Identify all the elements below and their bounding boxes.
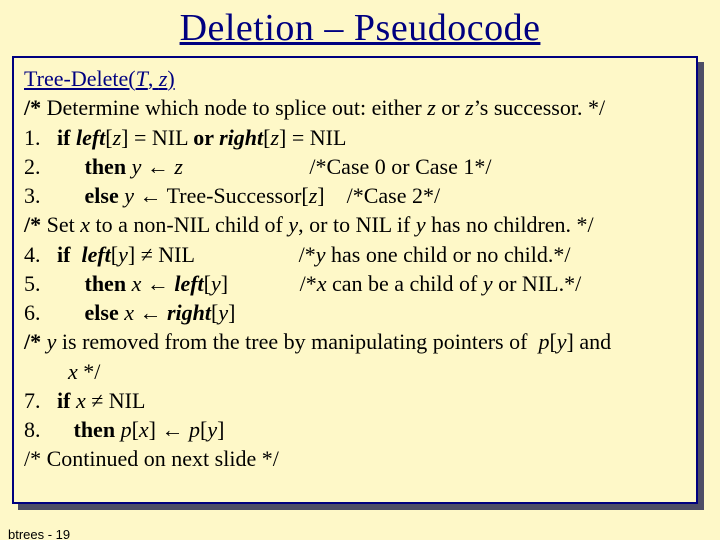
line-1: 1. if left[z] = NIL or right[z] = NIL [24,123,686,152]
line-4: 4. if left[y] ≠ NIL /*y has one child or… [24,240,686,269]
comment-4: /* Continued on next slide */ [24,444,686,473]
comment-3b: x */ [24,357,686,386]
slide-title: Deletion – Pseudocode [0,6,720,50]
comment-2: /* Set x to a non-NIL child of y, or to … [24,210,686,239]
line-3: 3. else y ← Tree-Successor[z] /*Case 2*/ [24,181,686,210]
line-5: 5. then x ← left[y] /*x can be a child o… [24,269,686,298]
line-2: 2. then y ← z /*Case 0 or Case 1*/ [24,152,686,181]
func-sig: Tree-Delete(T, z) [24,66,175,91]
signature-line: Tree-Delete(T, z) [24,64,686,93]
comment-3a: /* y is removed from the tree by manipul… [24,327,686,356]
line-7: 7. if x ≠ NIL [24,386,686,415]
line-6: 6. else x ← right[y] [24,298,686,327]
pseudocode-box: Tree-Delete(T, z) /* Determine which nod… [12,56,698,504]
page-footer: btrees - 19 [8,527,70,540]
comment-1: /* Determine which node to splice out: e… [24,93,686,122]
line-8: 8. then p[x] ← p[y] [24,415,686,444]
